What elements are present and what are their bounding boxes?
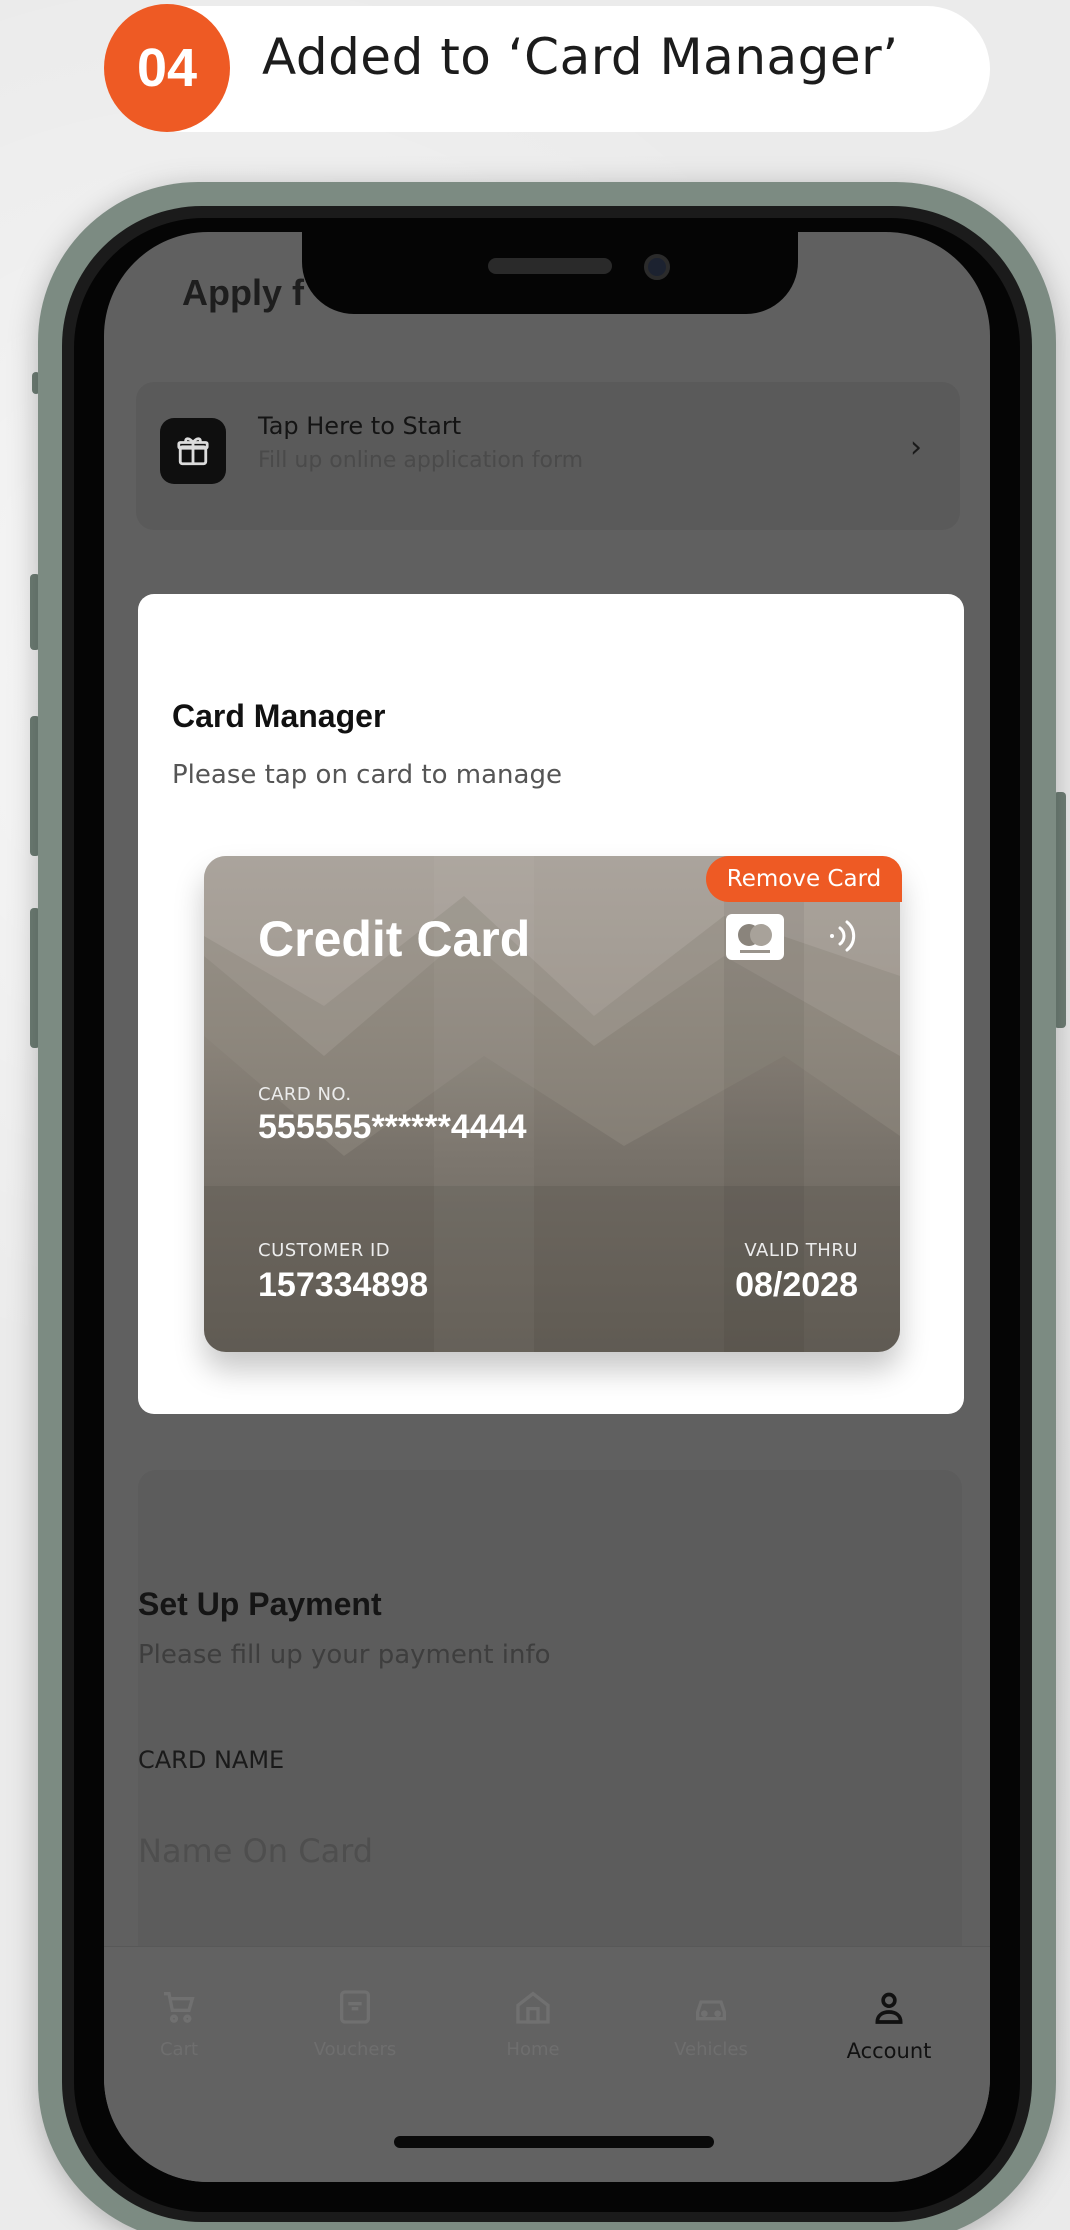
tap-row-title: Tap Here to Start	[258, 412, 462, 440]
tab-label: Vouchers	[313, 2039, 397, 2060]
page-title: Apply f	[182, 272, 304, 313]
car-icon	[696, 2000, 726, 2021]
card-name-input[interactable]	[138, 1826, 838, 1876]
tap-row-subtitle: Fill up online application form	[258, 448, 584, 473]
card-number: 555555******4444	[258, 1108, 527, 1146]
setup-payment-title: Set Up Payment	[138, 1586, 382, 1622]
valid-thru: 08/2028	[735, 1266, 858, 1304]
tab-vouchers[interactable]: Vouchers	[280, 1987, 430, 2097]
voucher-icon	[340, 1990, 370, 2024]
step-number-badge: 04	[104, 4, 230, 132]
card-manager-title: Card Manager	[172, 698, 386, 734]
home-icon	[516, 1991, 550, 2024]
card-name-label: CARD NAME	[138, 1746, 285, 1774]
remove-card-button[interactable]: Remove Card	[706, 856, 902, 902]
tab-label: Home	[506, 2039, 560, 2060]
earpiece-speaker	[488, 258, 612, 274]
customer-id-label: CUSTOMER ID	[258, 1240, 391, 1261]
setup-payment-subtitle: Please fill up your payment info	[138, 1640, 551, 1670]
tab-label: Cart	[159, 2039, 199, 2060]
tab-label: Account	[846, 2039, 932, 2063]
customer-id: 157334898	[258, 1266, 429, 1304]
tab-cart[interactable]: Cart	[104, 1987, 254, 2097]
cart-icon	[164, 1992, 195, 2023]
credit-card[interactable]: Credit Card CARD NO. 555555******4444 CU…	[204, 856, 900, 1352]
setup-payment-card	[138, 1470, 962, 1990]
contactless-icon	[830, 920, 856, 952]
tab-vehicles[interactable]: Vehicles	[636, 1987, 786, 2097]
chevron-right-icon: ›	[910, 430, 922, 465]
tab-home[interactable]: Home	[458, 1987, 608, 2097]
step-title: Added to ‘Card Manager’	[262, 28, 899, 86]
card-number-label: CARD NO.	[258, 1084, 352, 1105]
valid-thru-label: VALID THRU	[744, 1240, 858, 1261]
gift-icon	[160, 418, 226, 484]
card-manager-modal: Card Manager Please tap on card to manag…	[138, 594, 964, 1414]
card-brand-icon	[726, 914, 784, 960]
tab-account[interactable]: Account	[814, 1987, 964, 2097]
tab-label: Vehicles	[674, 2039, 748, 2060]
front-camera	[644, 254, 670, 280]
card-type-label: Credit Card	[258, 911, 531, 967]
tap-to-start-row[interactable]: Tap Here to Start Fill up online applica…	[136, 382, 960, 530]
card-manager-subtitle: Please tap on card to manage	[172, 760, 562, 790]
home-indicator[interactable]	[394, 2136, 714, 2148]
user-icon	[875, 1992, 903, 2024]
